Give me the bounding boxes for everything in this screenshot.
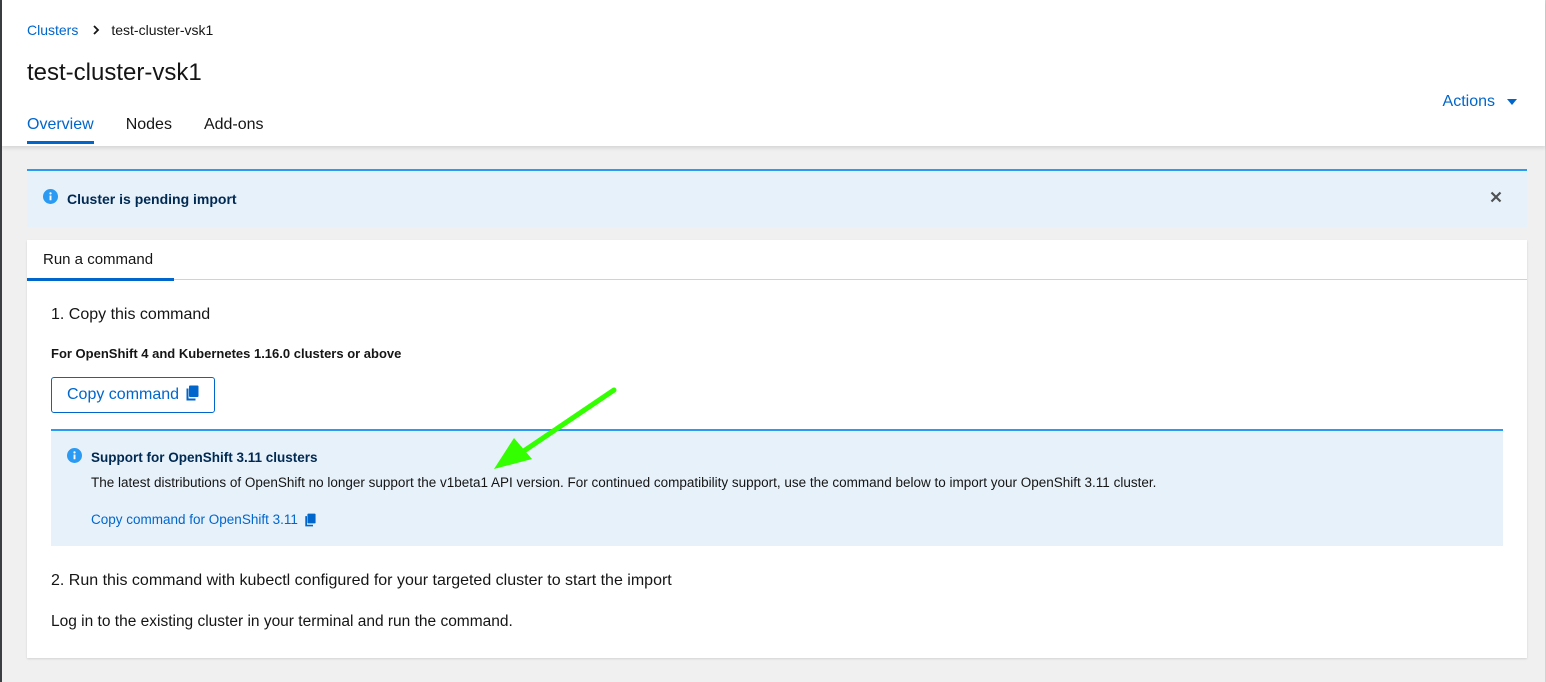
- copy-icon: [185, 385, 199, 406]
- copy-icon: [305, 513, 316, 526]
- chevron-right-icon: [91, 25, 101, 35]
- step1-title: 1. Copy this command: [51, 306, 211, 323]
- step2-text: Log in to the existing cluster in your t…: [51, 613, 513, 630]
- step2-title: 2. Run this command with kubectl configu…: [51, 572, 672, 589]
- step1-subtitle: For OpenShift 4 and Kubernetes 1.16.0 cl…: [51, 346, 402, 361]
- copy-command-label: Copy command: [67, 386, 180, 403]
- annotation-arrow: [494, 387, 617, 469]
- tab-nodes[interactable]: Nodes: [126, 106, 172, 146]
- alert-title: Cluster is pending import: [67, 191, 237, 207]
- copy-command-311-link[interactable]: Copy command for OpenShift 3.11: [91, 512, 316, 527]
- tab-add-ons[interactable]: Add-ons: [204, 106, 264, 146]
- page-header: Clusters test-cluster-vsk1 test-cluster-…: [2, 0, 1545, 146]
- info-circle-icon: [43, 189, 58, 209]
- card-tabs: Run a command: [27, 240, 1527, 281]
- breadcrumb: Clusters test-cluster-vsk1: [27, 22, 213, 38]
- tab-run-a-command[interactable]: Run a command: [27, 240, 174, 281]
- caret-down-icon: [1507, 99, 1517, 105]
- pending-import-alert: Cluster is pending import: [27, 169, 1527, 227]
- page-tabs: Overview Nodes Add-ons: [27, 106, 296, 146]
- actions-dropdown[interactable]: Actions: [1443, 93, 1517, 111]
- inline-alert-title: Support for OpenShift 3.11 clusters: [91, 450, 318, 465]
- info-circle-icon: [67, 448, 82, 468]
- actions-label: Actions: [1442, 93, 1495, 110]
- openshift-311-alert: Support for OpenShift 3.11 clusters The …: [51, 429, 1503, 546]
- inline-alert-body: The latest distributions of OpenShift no…: [91, 475, 1157, 490]
- page-title: test-cluster-vsk1: [27, 59, 202, 86]
- close-icon[interactable]: [1490, 190, 1502, 208]
- copy-command-311-label: Copy command for OpenShift 3.11: [91, 512, 298, 527]
- tab-overview[interactable]: Overview: [27, 106, 94, 146]
- breadcrumb-current: test-cluster-vsk1: [111, 22, 214, 38]
- run-command-card: Run a command 1. Copy this command For O…: [27, 240, 1527, 658]
- copy-command-button[interactable]: Copy command: [51, 377, 215, 413]
- breadcrumb-clusters-link[interactable]: Clusters: [27, 22, 78, 38]
